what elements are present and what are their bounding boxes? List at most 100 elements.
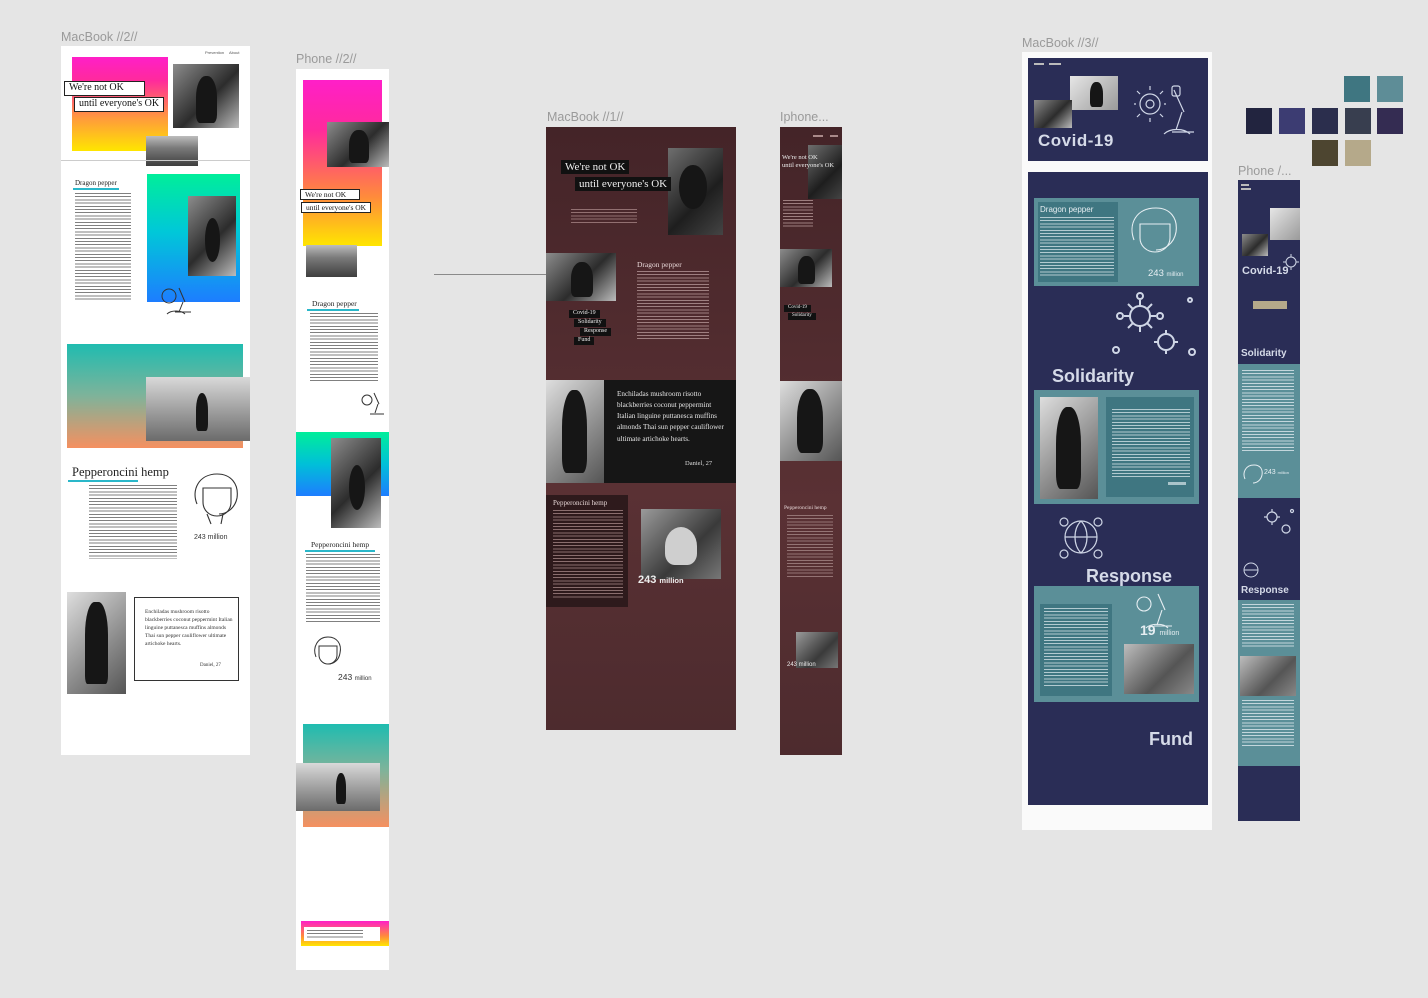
m3-face-shield-icon: [1131, 207, 1177, 253]
p3-gold-button[interactable]: [1253, 301, 1287, 309]
swatch-teal-dark[interactable]: [1344, 76, 1370, 102]
phone-street-photo: [296, 763, 380, 811]
divider: [61, 160, 250, 161]
m3-title-response: Response: [1086, 566, 1173, 586]
m3-dragon-body: [1040, 217, 1114, 277]
pepperoncini-underline: [68, 480, 138, 482]
m3-title-fund: Fund: [1149, 729, 1193, 749]
frame-label-macbook1: MacBook //1//: [547, 110, 624, 124]
portrait-photo: [188, 196, 236, 276]
ip-intro-text: [783, 200, 813, 228]
p3-title-response: Response: [1241, 585, 1289, 596]
swatch-khaki[interactable]: [1345, 140, 1371, 166]
m1-dragon-body: [637, 271, 709, 341]
frame-phone3[interactable]: Covid-19 Solidarity 243 million Response: [1238, 180, 1300, 821]
phone-dragon-underline: [307, 309, 359, 311]
frame-macbook3[interactable]: Covid-19 Dragon pepper 243 million Solid…: [1022, 52, 1212, 830]
m3-solidarity-body: [1112, 409, 1190, 477]
swatch-olive[interactable]: [1312, 140, 1338, 166]
swatch-navy-1[interactable]: [1246, 108, 1272, 134]
frame-label-macbook2: MacBook //2//: [61, 30, 138, 44]
prototype-connector: [434, 274, 546, 275]
p3-stat-million: million: [1277, 470, 1289, 475]
swatch-teal-light[interactable]: [1377, 76, 1403, 102]
p3-face-shield-icon: [1243, 464, 1263, 484]
p3-virus-icon: [1283, 254, 1299, 270]
m1-menu-covid[interactable]: Covid-19: [569, 310, 600, 318]
swatch-slate[interactable]: [1345, 108, 1371, 134]
m3-stat-243: 243 million: [1148, 268, 1184, 279]
m1-menu-fund[interactable]: Fund: [574, 337, 595, 345]
m1-hero-line1: We're not OK: [561, 160, 630, 175]
m1-pep-body: [553, 510, 623, 598]
frame-label-phone2: Phone //2//: [296, 52, 357, 66]
phone-microscope-icon: [361, 392, 384, 415]
m1-stat-million: million: [659, 576, 684, 585]
frame-iphone[interactable]: We're not OK until everyone's OK Covid-1…: [780, 127, 842, 755]
frame-macbook2[interactable]: Prevention About We're not OK until ever…: [61, 46, 250, 755]
ip-menu-solidarity[interactable]: Solidarity: [788, 313, 816, 320]
m3-title-dragon: Dragon pepper: [1040, 205, 1094, 214]
hero-line2: until everyone's OK: [74, 97, 165, 112]
m1-menu-solidarity[interactable]: Solidarity: [574, 319, 606, 327]
face-shield-icon: [194, 473, 238, 525]
hero-line1: We're not OK: [64, 81, 145, 96]
ip-stat-243: 243 million: [787, 662, 816, 668]
city-photo: [146, 136, 198, 166]
m3-nav-a[interactable]: [1034, 63, 1044, 65]
frame-label-macbook3: MacBook //3//: [1022, 36, 1099, 50]
pepperoncini-body-text: [89, 485, 177, 559]
m1-intro-text: [571, 209, 637, 225]
p3-nav-a[interactable]: [1241, 184, 1249, 186]
phone-pepperoncini-underline: [305, 550, 375, 552]
m3-stat-19-num: 19: [1140, 622, 1156, 638]
phone-dragon-body: [310, 313, 378, 383]
frame-phone2[interactable]: We're not OK until everyone's OK Dragon …: [296, 69, 389, 970]
p3-title-solidarity: Solidarity: [1241, 348, 1287, 359]
ip-hero-line1: We're not OK: [782, 154, 818, 161]
m3-title-solidarity: Solidarity: [1052, 366, 1135, 386]
m1-sitting-photo: [546, 380, 604, 483]
m1-menu-response[interactable]: Response: [580, 328, 611, 336]
m1-quote-text: Enchiladas mushroom risotto blackberries…: [617, 390, 724, 443]
dragon-body-text: [75, 193, 131, 301]
ip-menu-covid[interactable]: Covid-19: [784, 305, 811, 312]
m1-quote-author: Daniel, 27: [685, 460, 713, 467]
phone-title-pepperoncini: Pepperoncini hemp: [311, 540, 370, 549]
p3-response-body-2: [1242, 700, 1294, 748]
microscope-virus-icon: [161, 287, 191, 315]
phone-hero-line1: We're not OK: [300, 189, 360, 201]
m3-stat-19-million: million: [1159, 630, 1180, 637]
frame-label-phone3: Phone /...: [1238, 164, 1292, 178]
phone-city-photo: [306, 245, 357, 277]
m3-response-body: [1044, 608, 1108, 686]
ip-nav-a[interactable]: [813, 135, 823, 137]
frame-macbook1[interactable]: We're not OK until everyone's OK Dragon …: [546, 127, 736, 730]
nav-prevention[interactable]: Prevention: [205, 50, 224, 55]
phone-pepperoncini-body: [306, 554, 380, 624]
p3-stat-243-num: 243: [1264, 469, 1276, 476]
m3-stat-19: 19 million: [1140, 622, 1179, 638]
p3-nav-b[interactable]: [1241, 188, 1251, 190]
swatch-purple-dark[interactable]: [1377, 108, 1403, 134]
swatch-indigo[interactable]: [1279, 108, 1305, 134]
m1-hero-photo: [668, 148, 723, 235]
m1-stat-243-num: 243: [638, 574, 657, 586]
phone-stat-243: 243 million: [338, 672, 372, 682]
ip-nav-b[interactable]: [830, 135, 838, 137]
m3-virus-microscope-icon: [1134, 85, 1194, 135]
nav-about[interactable]: About: [229, 50, 239, 55]
ip-title-pepperoncini: Pepperoncini hemp: [784, 505, 827, 511]
stat-243: 243 million: [194, 534, 228, 541]
m1-title-pepperoncini: Pepperoncini hemp: [553, 499, 608, 507]
p3-response-body: [1242, 604, 1294, 648]
m1-hero-line2: until everyone's OK: [575, 177, 672, 192]
swatch-navy-2[interactable]: [1312, 108, 1338, 134]
p3-globe-icon: [1243, 562, 1259, 578]
m3-nav-b[interactable]: [1049, 63, 1061, 65]
phone-stat-243-num: 243: [338, 672, 353, 682]
m3-hero-photo-a: [1070, 76, 1118, 110]
phone-title-dragon: Dragon pepper: [312, 299, 357, 308]
section-title-pepperoncini: Pepperoncini hemp: [72, 465, 169, 479]
m3-title-covid: Covid-19: [1038, 131, 1114, 150]
